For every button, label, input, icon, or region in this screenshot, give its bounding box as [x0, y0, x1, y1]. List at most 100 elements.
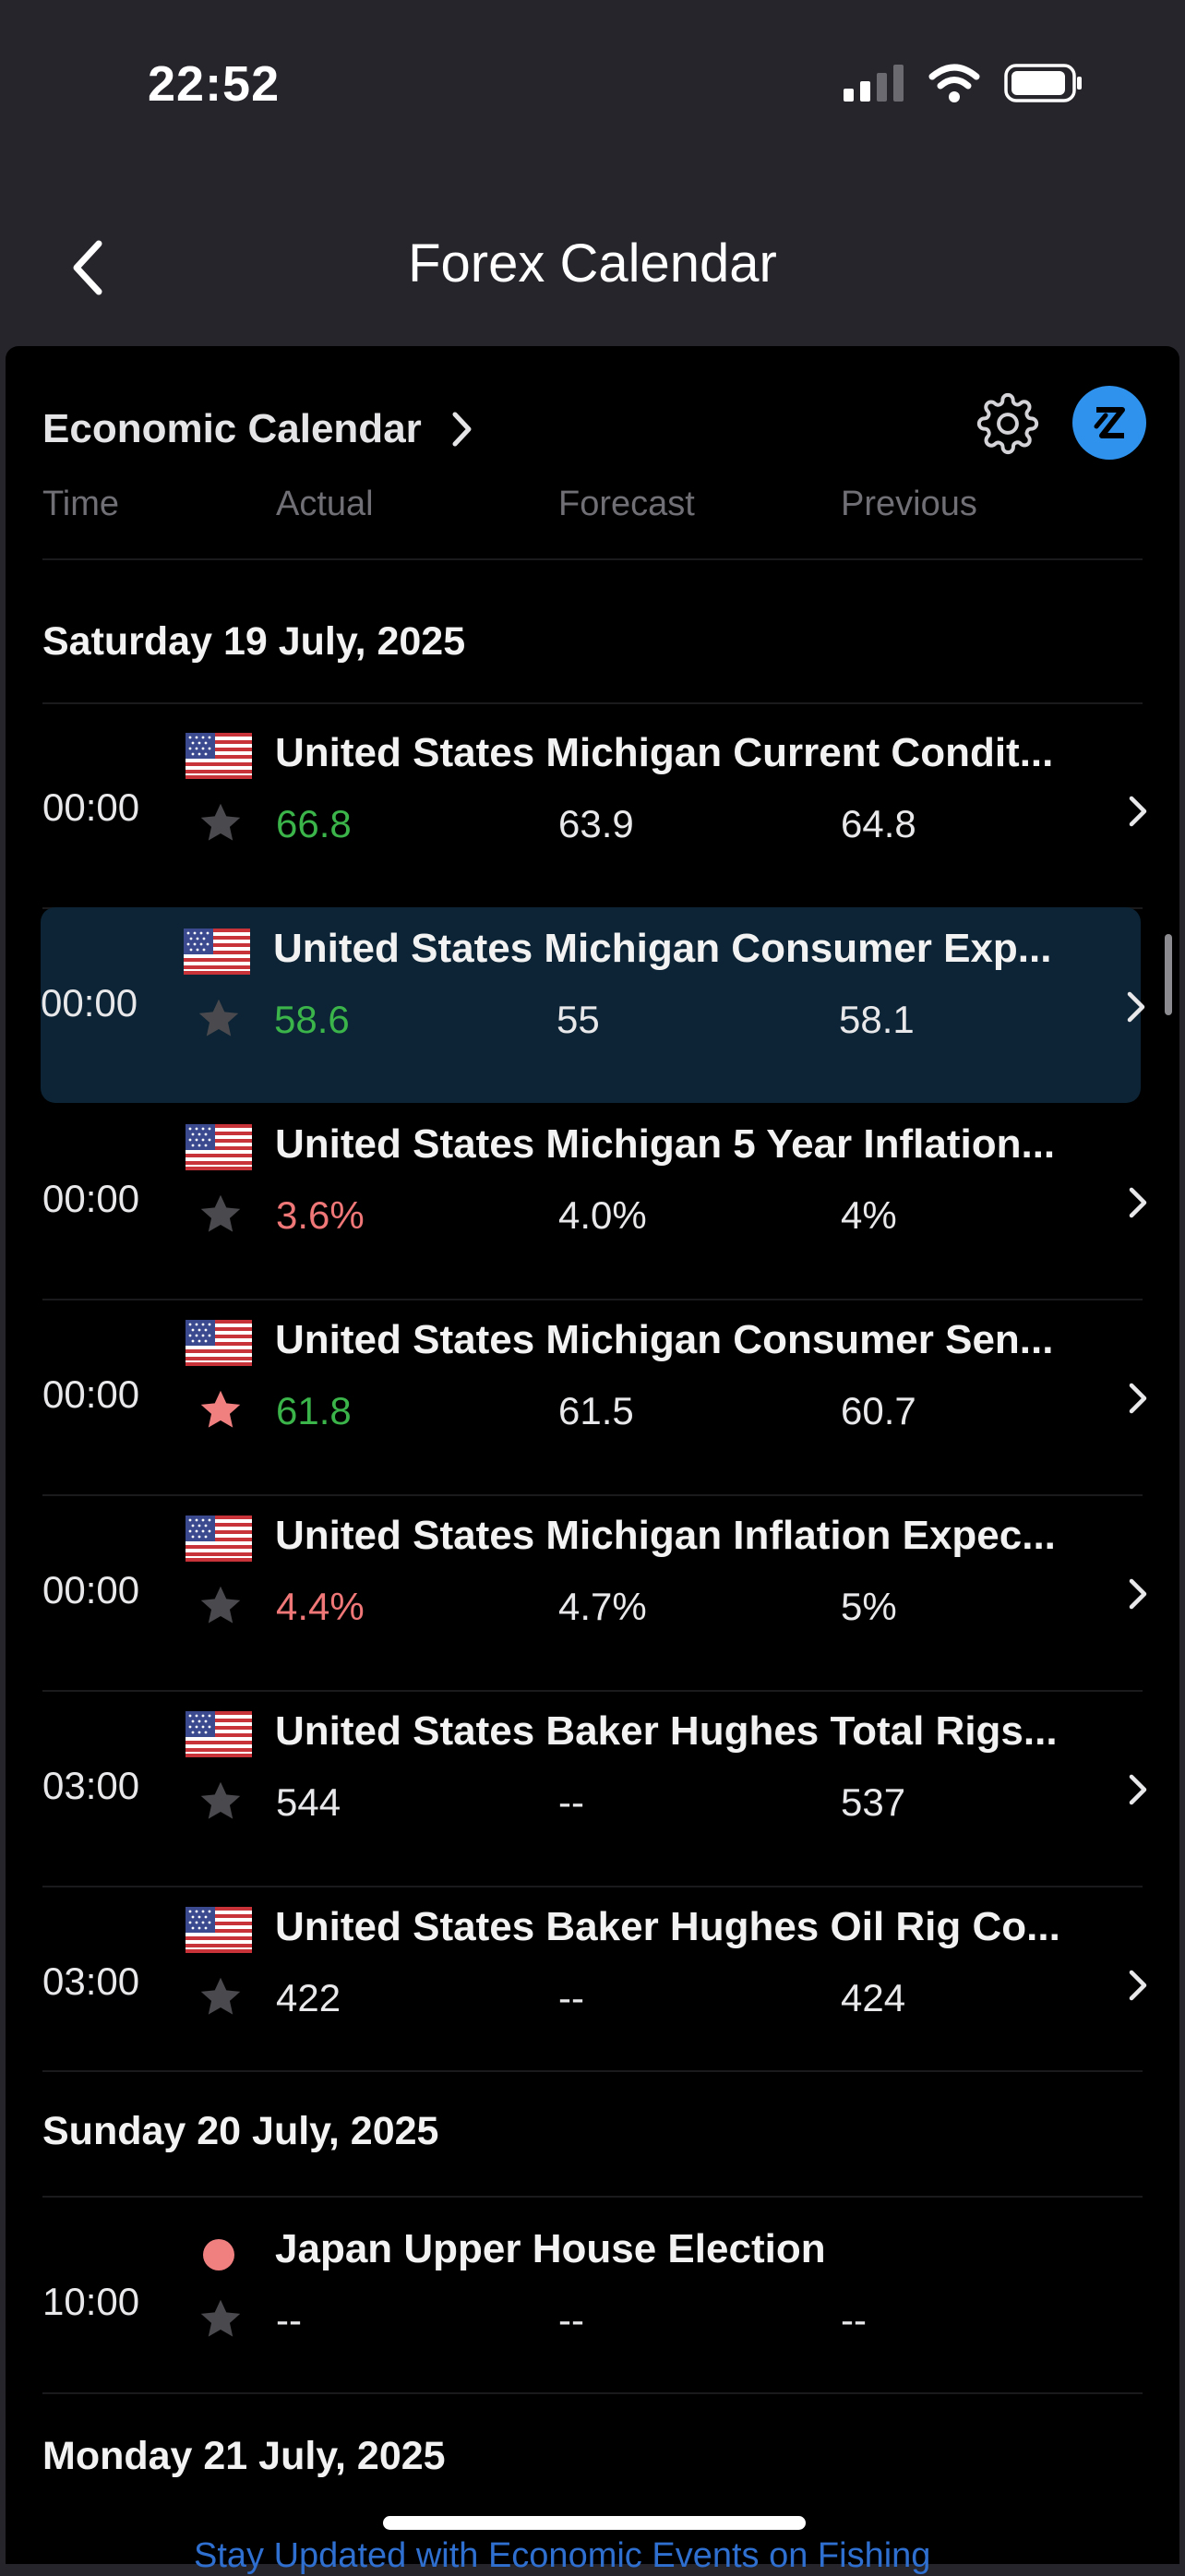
event-previous: 424 [841, 1976, 906, 2019]
page-title: Forex Calendar [408, 234, 777, 294]
chevron-right-icon [1129, 796, 1147, 827]
star-icon[interactable] [196, 1778, 245, 1826]
star-icon[interactable] [196, 1973, 245, 2021]
gear-icon [976, 392, 1039, 455]
economic-calendar-panel: Economic Calendar Time Actual Forecast P… [6, 346, 1179, 2564]
event-time: 00:00 [42, 785, 140, 829]
column-time: Time [42, 485, 120, 523]
event-actual: 544 [276, 1780, 341, 1824]
event-forecast: 61.5 [558, 1389, 634, 1432]
day-label: Saturday 19 July, 2025 [42, 619, 466, 664]
event-previous: 60.7 [841, 1389, 916, 1432]
event-name: United States Michigan Inflation Expec..… [275, 1513, 1056, 1558]
event-previous: 58.1 [839, 998, 915, 1041]
japan-dot-icon [203, 2239, 234, 2270]
panel-title: Economic Calendar [42, 406, 422, 451]
star-icon[interactable] [196, 799, 245, 847]
event-forecast: 4.0% [558, 1193, 647, 1237]
chevron-right-icon [452, 412, 472, 447]
chevron-right-icon [1129, 1774, 1147, 1805]
event-time: 03:00 [42, 1764, 140, 1807]
chevron-right-icon [1129, 1578, 1147, 1610]
column-headers: Time Actual Forecast Previous [42, 485, 1143, 560]
scroll-indicator[interactable] [1165, 934, 1172, 1015]
signal-icon [844, 65, 904, 102]
event-forecast: -- [558, 1780, 584, 1824]
event-row[interactable]: 03:00 United States Baker Hughes Oil Rig… [42, 1886, 1147, 2072]
us-flag-icon [186, 1516, 252, 1562]
event-forecast: -- [558, 1976, 584, 2019]
event-previous: 5% [841, 1585, 897, 1628]
event-forecast: 63.9 [558, 802, 634, 845]
star-icon[interactable] [196, 1582, 245, 1630]
event-previous: 64.8 [841, 802, 916, 845]
event-name: United States Michigan 5 Year Inflation.… [275, 1121, 1056, 1167]
status-bar: 22:52 [0, 0, 1185, 175]
event-time: 00:00 [42, 1372, 140, 1416]
battery-icon [1004, 64, 1082, 102]
event-row[interactable]: 00:00 United States Michigan Current Con… [42, 712, 1147, 909]
event-time: 03:00 [42, 1959, 140, 2003]
event-forecast: 4.7% [558, 1585, 647, 1628]
economic-calendar-link[interactable]: Economic Calendar [42, 397, 473, 461]
event-row[interactable]: 10:00 Japan Upper House Election -- -- -… [42, 2197, 1143, 2394]
event-row[interactable]: 00:00 United States Michigan 5 Year Infl… [42, 1103, 1147, 1300]
brand-logo-button[interactable] [1072, 386, 1146, 460]
event-actual: -- [276, 2298, 302, 2342]
us-flag-icon [184, 929, 250, 975]
us-flag-icon [186, 1320, 252, 1366]
star-icon[interactable] [196, 2295, 245, 2343]
event-name: United States Michigan Consumer Sen... [275, 1317, 1054, 1362]
day-label: Sunday 20 July, 2025 [42, 2109, 439, 2153]
column-actual: Actual [276, 485, 374, 523]
brand-logo-icon [1094, 407, 1125, 438]
event-previous: 537 [841, 1780, 906, 1824]
event-actual: 66.8 [276, 802, 352, 845]
event-time: 00:00 [42, 1568, 140, 1611]
event-forecast: 55 [557, 998, 600, 1041]
event-forecast: -- [558, 2298, 584, 2342]
event-name: United States Michigan Current Condit... [275, 730, 1054, 775]
event-name: Japan Upper House Election [275, 2226, 826, 2271]
day-header: Sunday 20 July, 2025 [42, 2072, 1143, 2198]
event-actual: 422 [276, 1976, 341, 2019]
us-flag-icon [186, 1711, 252, 1757]
event-name: United States Baker Hughes Oil Rig Co... [275, 1904, 1060, 1949]
event-time: 10:00 [42, 2280, 140, 2323]
nav-bar: Forex Calendar [0, 175, 1185, 346]
us-flag-icon [186, 733, 252, 779]
event-actual: 3.6% [276, 1193, 365, 1237]
chevron-right-icon [1129, 1187, 1147, 1218]
star-icon[interactable] [194, 995, 244, 1043]
column-forecast: Forecast [558, 485, 695, 523]
event-previous: 4% [841, 1193, 897, 1237]
event-actual: 4.4% [276, 1585, 365, 1628]
us-flag-icon [186, 1907, 252, 1953]
event-name: United States Michigan Consumer Exp... [273, 926, 1052, 971]
event-row[interactable]: 00:00 United States Michigan Consumer Ex… [41, 907, 1145, 1103]
status-icons [844, 63, 1083, 103]
chevron-right-icon [1129, 1970, 1147, 2001]
event-row[interactable]: 03:00 United States Baker Hughes Total R… [42, 1690, 1147, 1887]
event-actual: 58.6 [274, 998, 350, 1041]
event-previous: -- [841, 2298, 867, 2342]
event-row[interactable]: 00:00 United States Michigan Consumer Se… [42, 1299, 1147, 1496]
status-time: 22:52 [148, 56, 281, 112]
day-label: Monday 21 July, 2025 [42, 2434, 446, 2478]
wifi-icon [928, 64, 980, 102]
us-flag-icon [186, 1124, 252, 1170]
event-actual: 61.8 [276, 1389, 352, 1432]
event-time: 00:00 [42, 1177, 140, 1220]
home-indicator [383, 2516, 806, 2530]
event-row[interactable]: 00:00 United States Michigan Inflation E… [42, 1494, 1147, 1692]
star-icon[interactable] [196, 1386, 245, 1434]
star-icon[interactable] [196, 1191, 245, 1239]
day-header: Saturday 19 July, 2025 [42, 558, 1143, 704]
chevron-right-icon [1129, 1383, 1147, 1414]
promo-banner-text[interactable]: Stay Updated with Economic Events on Fis… [194, 2536, 930, 2576]
event-name: United States Baker Hughes Total Rigs... [275, 1708, 1058, 1754]
event-time: 00:00 [41, 981, 138, 1024]
chevron-right-icon [1127, 991, 1145, 1023]
settings-button[interactable] [976, 392, 1039, 455]
column-previous: Previous [841, 485, 977, 523]
